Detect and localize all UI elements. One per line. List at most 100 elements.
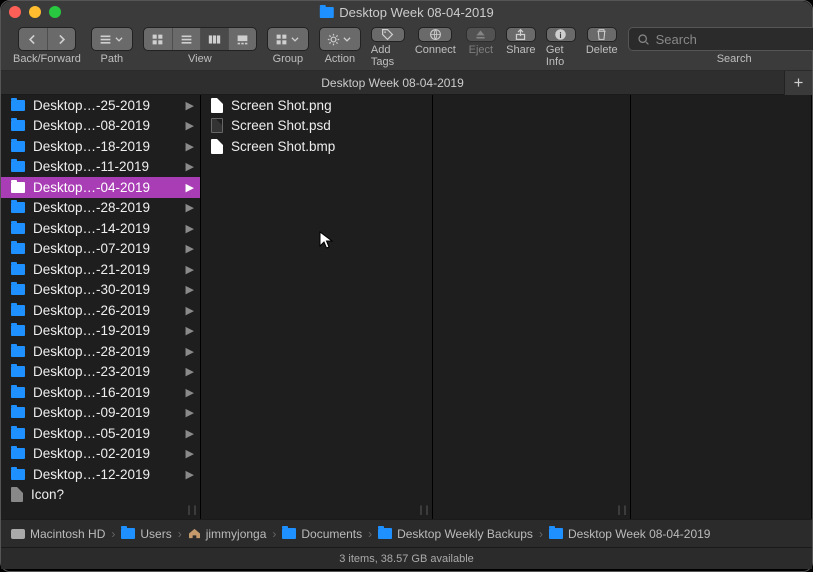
column-2[interactable]: Screen Shot.pngScreen Shot.psd Screen Sho… — [201, 95, 433, 519]
chevron-right-icon: ▶ — [186, 406, 194, 419]
list-item[interactable]: Desktop…-14-2019▶ — [1, 218, 200, 239]
item-label: Desktop…-19-2019 — [33, 323, 178, 338]
icon-view-button[interactable] — [144, 28, 172, 50]
item-label: Desktop…-11-2019 — [33, 159, 178, 174]
folder-icon — [11, 100, 25, 111]
list-item[interactable]: Desktop…-08-2019▶ — [1, 116, 200, 137]
column-resize-handle[interactable]: || — [418, 506, 430, 517]
chevron-right-icon: ▶ — [186, 99, 194, 112]
close-window-button[interactable] — [9, 6, 21, 18]
status-text: 3 items, 38.57 GB available — [339, 553, 474, 565]
list-item[interactable]: Desktop…-25-2019▶ — [1, 95, 200, 116]
list-item[interactable]: Desktop…-11-2019▶ — [1, 157, 200, 178]
list-item[interactable]: Desktop…-30-2019 ▶ — [1, 280, 200, 301]
gallery-view-button[interactable] — [228, 28, 256, 50]
delete-label: Delete — [586, 44, 618, 56]
action-button[interactable] — [320, 28, 360, 50]
view-label: View — [188, 53, 212, 65]
list-item[interactable]: Desktop…-12-2019▶ — [1, 464, 200, 485]
eject-button[interactable] — [466, 27, 496, 42]
status-bar: 3 items, 38.57 GB available — [1, 547, 812, 569]
path-label: Path — [101, 53, 124, 65]
tab-active[interactable]: Desktop Week 08-04-2019 — [1, 76, 784, 90]
get-info-button[interactable]: i — [546, 27, 576, 42]
search-input[interactable] — [656, 32, 813, 47]
path-segment[interactable]: Documents — [282, 527, 362, 541]
folder-icon — [11, 428, 25, 439]
share-button[interactable] — [506, 27, 536, 42]
get-info-label: Get Info — [546, 44, 576, 68]
group-button[interactable] — [268, 28, 308, 50]
list-item[interactable]: Desktop…-07-2019▶ — [1, 239, 200, 260]
chevron-right-icon: ▶ — [186, 283, 194, 296]
column-4[interactable] — [631, 95, 812, 519]
info-icon: i — [554, 28, 567, 41]
path-button[interactable] — [92, 28, 132, 50]
list-item[interactable]: Desktop…-18-2019▶ — [1, 136, 200, 157]
connect-button[interactable] — [418, 27, 452, 42]
path-segment[interactable]: Macintosh HD — [11, 527, 105, 541]
window-title: Desktop Week 08-04-2019 — [319, 5, 493, 20]
list-item[interactable]: Screen Shot.psd — [201, 116, 432, 137]
item-label: Desktop…-30-2019 — [33, 282, 178, 297]
add-tags-label: Add Tags — [371, 44, 405, 68]
path-segment-label: Desktop Week 08-04-2019 — [568, 527, 711, 541]
chevron-right-icon: ▶ — [186, 324, 194, 337]
eject-label: Eject — [469, 44, 493, 56]
column-3[interactable]: || — [433, 95, 631, 519]
column-resize-handle[interactable]: || — [616, 506, 628, 517]
zoom-window-button[interactable] — [49, 6, 61, 18]
list-item[interactable]: Desktop…-28-2019▶ — [1, 341, 200, 362]
item-label: Screen Shot.bmp — [231, 139, 426, 154]
list-item[interactable]: Screen Shot.bmp — [201, 136, 432, 157]
path-segment[interactable]: jimmyjonga — [188, 527, 267, 541]
list-item[interactable]: Desktop…-05-2019▶ — [1, 423, 200, 444]
list-view-button[interactable] — [172, 28, 200, 50]
path-segment[interactable]: Desktop Week 08-04-2019 — [549, 527, 711, 541]
columns-icon — [208, 33, 221, 46]
column-resize-handle[interactable]: || — [186, 506, 198, 517]
search-field[interactable] — [628, 27, 813, 51]
back-forward-label: Back/Forward — [13, 53, 81, 65]
list-item[interactable]: Desktop…-19-2019 ▶ — [1, 321, 200, 342]
folder-icon — [11, 182, 25, 193]
chevron-down-icon — [342, 34, 352, 44]
path-segment[interactable]: Users — [121, 527, 171, 541]
toolbar: Back/Forward Path View Group — [1, 23, 812, 71]
globe-icon — [429, 28, 442, 41]
file-icon — [211, 139, 223, 154]
column-1[interactable]: Desktop…-25-2019▶Desktop…-08-2019▶Deskto… — [1, 95, 201, 519]
list-item[interactable]: Desktop…-04-2019▶ — [1, 177, 200, 198]
folder-icon — [549, 528, 563, 539]
window-title-text: Desktop Week 08-04-2019 — [339, 5, 493, 20]
folder-icon — [319, 7, 333, 18]
item-label: Desktop…-21-2019 — [33, 262, 178, 277]
chevron-right-icon: ▶ — [186, 119, 194, 132]
delete-button[interactable] — [587, 27, 617, 42]
grid-icon — [151, 33, 164, 46]
list-item[interactable]: Desktop…-02-2019▶ — [1, 444, 200, 465]
chevron-right-icon: ▶ — [186, 222, 194, 235]
forward-button[interactable] — [47, 28, 75, 50]
path-segment[interactable]: Desktop Weekly Backups — [378, 527, 533, 541]
list-item[interactable]: Desktop…-16-2019▶ — [1, 382, 200, 403]
connect-group: Connect — [415, 27, 456, 56]
list-item[interactable]: Desktop…-23-2019▶ — [1, 362, 200, 383]
group-label: Group — [273, 53, 304, 65]
new-tab-button[interactable] — [784, 71, 812, 95]
back-button[interactable] — [19, 28, 47, 50]
add-tags-button[interactable] — [371, 27, 405, 42]
list-item[interactable]: Screen Shot.png — [201, 95, 432, 116]
list-item[interactable]: Icon? — [1, 485, 200, 506]
eject-icon — [474, 28, 487, 41]
list-item[interactable]: Desktop…-28-2019▶ — [1, 198, 200, 219]
chevron-right-icon: ▶ — [186, 140, 194, 153]
item-label: Desktop…-12-2019 — [33, 467, 178, 482]
column-view-button[interactable] — [200, 28, 228, 50]
list-item[interactable]: Desktop…-26-2019▶ — [1, 300, 200, 321]
plus-icon — [792, 76, 805, 89]
minimize-window-button[interactable] — [29, 6, 41, 18]
list-item[interactable]: Desktop…-21-2019▶ — [1, 259, 200, 280]
list-item[interactable]: Desktop…-09-2019▶ — [1, 403, 200, 424]
path-separator-icon: › — [272, 527, 276, 541]
